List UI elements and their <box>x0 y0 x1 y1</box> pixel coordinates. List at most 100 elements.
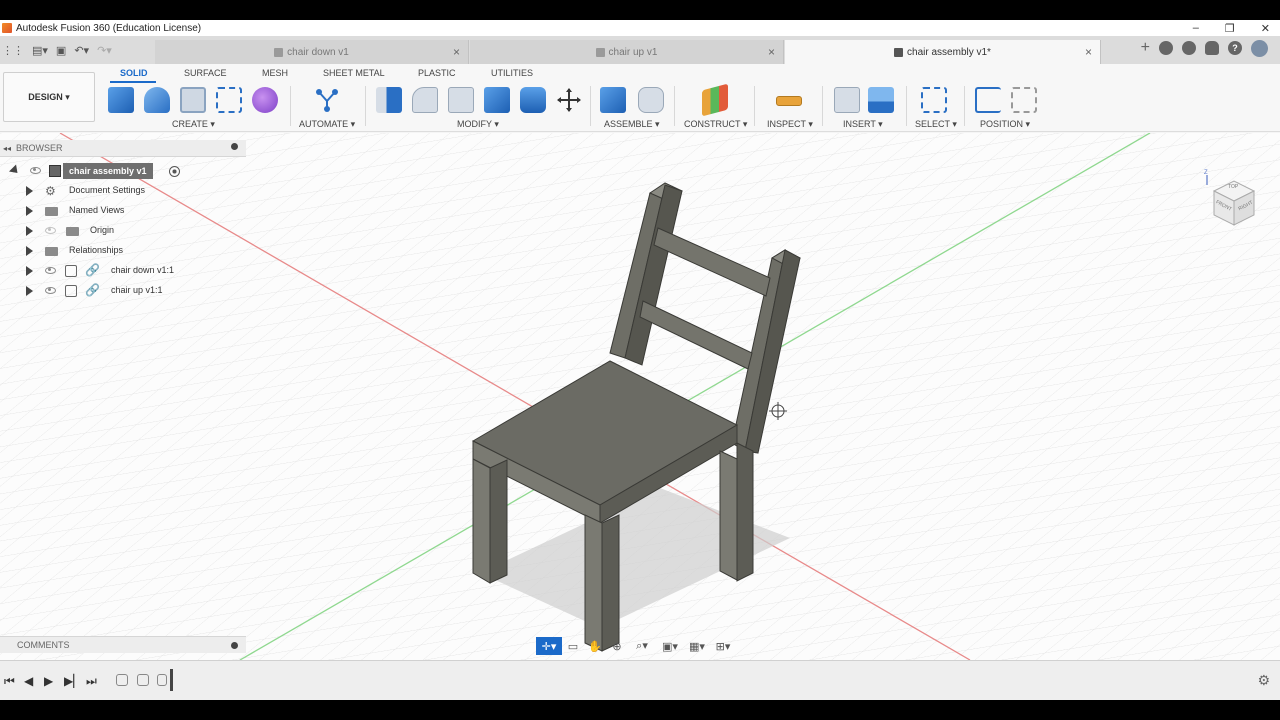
tab-sheet-metal[interactable]: SHEET METAL <box>323 68 385 78</box>
assemble-menu[interactable]: ASSEMBLE ▾ <box>604 119 660 130</box>
close-window-button[interactable]: ✕ <box>1261 22 1270 35</box>
visibility-eye-icon[interactable] <box>30 167 41 174</box>
browser-root-item[interactable]: chair assembly v1 <box>0 163 246 179</box>
activate-radio-icon[interactable] <box>169 166 180 177</box>
pan-hand-icon[interactable]: ✋ <box>584 637 606 655</box>
data-panel-grid-icon[interactable]: ⋮⋮ <box>2 44 24 57</box>
close-tab-icon[interactable]: × <box>1085 45 1092 59</box>
extrude-icon[interactable] <box>180 87 206 113</box>
comments-options-icon[interactable] <box>231 642 238 649</box>
timeline-step-back-icon[interactable]: ◀ <box>24 674 33 688</box>
select-menu[interactable]: SELECT ▾ <box>915 119 957 130</box>
timeline-marker[interactable] <box>170 669 173 691</box>
tab-mesh[interactable]: MESH <box>262 68 288 78</box>
measure-icon[interactable] <box>776 96 802 106</box>
timeline-end-icon[interactable]: ⏭ <box>86 674 97 689</box>
close-tab-icon[interactable]: × <box>453 45 460 59</box>
revert-position-icon[interactable] <box>1011 87 1037 113</box>
close-tab-icon[interactable]: × <box>768 45 775 59</box>
view-cube[interactable]: TOP FRONT RIGHT Z <box>1204 170 1260 233</box>
minimize-button[interactable]: – <box>1193 22 1199 34</box>
insert-canvas-icon[interactable] <box>868 87 894 113</box>
timeline-feature-joint-icon[interactable] <box>137 674 149 686</box>
expand-icon[interactable] <box>26 246 33 256</box>
position-menu[interactable]: POSITION ▾ <box>980 119 1030 130</box>
fillet-icon[interactable] <box>412 87 438 113</box>
create-sketch-icon[interactable] <box>144 87 170 113</box>
tab-chair-assembly[interactable]: chair assembly v1* × <box>785 40 1101 64</box>
new-component-icon[interactable] <box>108 87 134 113</box>
display-settings-icon[interactable]: ▣▾ <box>656 637 684 655</box>
expand-icon[interactable] <box>26 266 33 276</box>
save-icon[interactable]: ▣ <box>56 44 66 57</box>
notifications-bell-icon[interactable] <box>1205 41 1219 55</box>
undo-icon[interactable]: ↶▾ <box>74 44 89 57</box>
browser-item-chair-up[interactable]: 🔗 chair up v1:1 <box>0 283 246 299</box>
primitive-icon[interactable] <box>252 87 278 113</box>
view-cube-top-label[interactable]: TOP <box>1228 184 1238 190</box>
browser-item-chair-down[interactable]: 🔗 chair down v1:1 <box>0 263 246 279</box>
browser-item-relationships[interactable]: Relationships <box>0 243 246 259</box>
browser-header[interactable]: ◂◂ BROWSER <box>0 140 246 157</box>
orbit-constrained-button[interactable]: ✛▾ <box>536 637 562 655</box>
tab-utilities[interactable]: UTILITIES <box>491 68 533 78</box>
tab-plastic[interactable]: PLASTIC <box>418 68 456 78</box>
offset-plane-icon[interactable] <box>702 83 728 117</box>
new-component-assemble-icon[interactable] <box>600 87 626 113</box>
browser-item-document-settings[interactable]: ⚙ Document Settings <box>0 183 246 199</box>
timeline-step-forward-icon[interactable]: ▶▏ <box>64 674 82 688</box>
capture-position-icon[interactable] <box>975 87 1001 113</box>
inspect-menu[interactable]: INSPECT ▾ <box>767 119 813 130</box>
look-at-icon[interactable]: ▭ <box>562 637 584 655</box>
shell-icon[interactable] <box>484 87 510 113</box>
construct-menu[interactable]: CONSTRUCT ▾ <box>684 119 747 130</box>
move-copy-icon[interactable] <box>556 87 582 113</box>
timeline-feature-joint-icon[interactable] <box>157 674 167 686</box>
automate-menu[interactable]: AUTOMATE ▾ <box>299 119 355 130</box>
browser-item-origin[interactable]: Origin <box>0 223 246 239</box>
tab-solid[interactable]: SOLID <box>120 68 148 78</box>
visibility-eye-icon[interactable] <box>45 267 56 274</box>
insert-menu[interactable]: INSERT ▾ <box>843 119 883 130</box>
fit-zoom-icon[interactable]: ⌕▾ <box>628 637 656 655</box>
expand-icon[interactable] <box>26 286 33 296</box>
comments-panel-header[interactable]: COMMENTS <box>0 636 246 653</box>
workspace-switcher[interactable]: DESIGN ▾ <box>3 72 95 122</box>
combine-icon[interactable] <box>520 87 546 113</box>
expand-icon[interactable] <box>26 186 33 196</box>
create-menu[interactable]: CREATE ▾ <box>172 119 215 130</box>
extensions-icon[interactable] <box>1159 41 1173 55</box>
help-icon[interactable]: ? <box>1228 41 1242 55</box>
visibility-eye-icon[interactable] <box>45 227 56 234</box>
expand-icon[interactable] <box>26 226 33 236</box>
browser-item-named-views[interactable]: Named Views <box>0 203 246 219</box>
press-pull-icon[interactable] <box>376 87 402 113</box>
automate-icon[interactable] <box>314 87 340 113</box>
grid-settings-icon[interactable]: ▦▾ <box>684 637 710 655</box>
timeline-play-icon[interactable]: ▶ <box>44 674 53 688</box>
file-menu-icon[interactable]: ▤▾ <box>32 44 48 57</box>
collapse-panel-icon[interactable]: ◂◂ <box>3 144 11 153</box>
user-avatar[interactable] <box>1251 39 1268 57</box>
settings-gear-icon[interactable]: ⚙ <box>1257 672 1270 689</box>
redo-icon[interactable]: ↷▾ <box>97 44 112 57</box>
zoom-icon[interactable]: ⊕ <box>606 637 628 655</box>
joint-icon[interactable] <box>638 87 664 113</box>
viewports-icon[interactable]: ⊞▾ <box>710 637 736 655</box>
tab-surface[interactable]: SURFACE <box>184 68 227 78</box>
timeline-feature-joint-icon[interactable] <box>116 674 128 686</box>
maximize-button[interactable]: ❐ <box>1225 22 1235 35</box>
tab-chair-up[interactable]: chair up v1 × <box>470 40 784 64</box>
new-tab-button[interactable]: + <box>1141 39 1150 57</box>
visibility-eye-icon[interactable] <box>45 287 56 294</box>
insert-derive-icon[interactable] <box>834 87 860 113</box>
expand-icon[interactable] <box>8 164 22 177</box>
form-icon[interactable] <box>216 87 242 113</box>
timeline-start-icon[interactable]: ⏮ <box>4 674 15 689</box>
modify-menu[interactable]: MODIFY ▾ <box>457 119 499 130</box>
select-window-icon[interactable] <box>921 87 947 113</box>
expand-icon[interactable] <box>26 206 33 216</box>
browser-options-icon[interactable] <box>231 143 238 150</box>
tab-chair-down[interactable]: chair down v1 × <box>155 40 469 64</box>
job-status-icon[interactable] <box>1182 41 1196 55</box>
